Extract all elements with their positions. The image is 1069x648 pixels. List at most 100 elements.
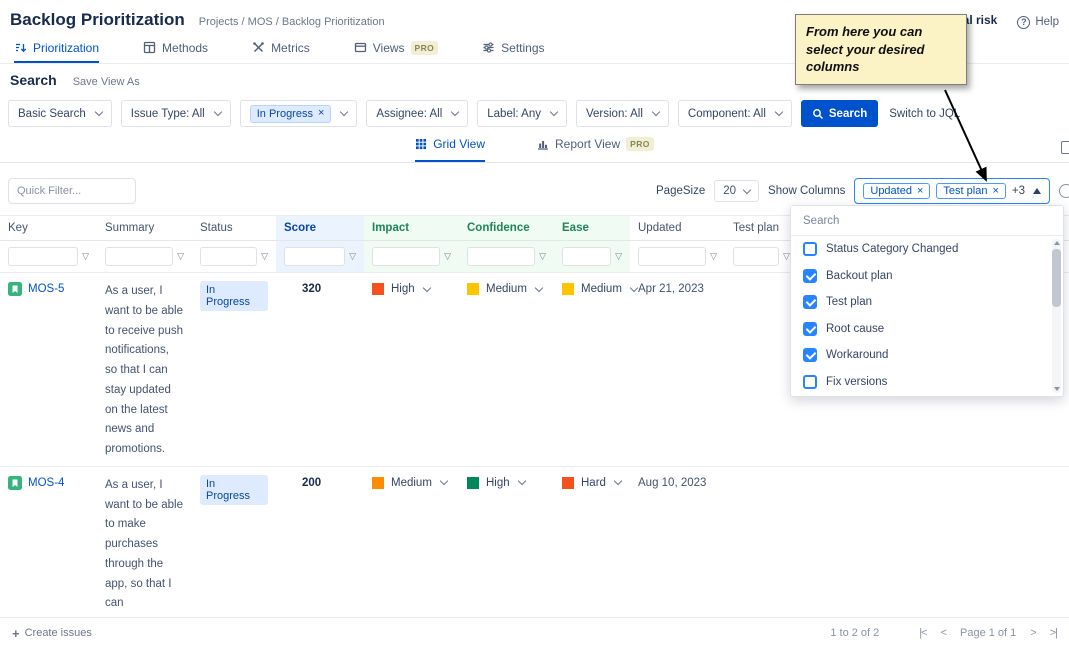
- pagination-prev-icon[interactable]: <: [941, 627, 946, 639]
- column-option-root-cause[interactable]: Root cause: [791, 316, 1063, 343]
- filter-cell-ease: ▽: [554, 241, 630, 272]
- funnel-icon[interactable]: ▽: [539, 251, 546, 262]
- column-option-test-plan[interactable]: Test plan: [791, 289, 1063, 316]
- status-filter-select[interactable]: In Progress ×: [240, 100, 358, 127]
- help-button[interactable]: ? Help: [1017, 16, 1059, 29]
- create-issues-button[interactable]: + Create issues: [12, 626, 92, 641]
- funnel-icon[interactable]: ▽: [783, 251, 790, 262]
- page-size-select[interactable]: 20: [714, 180, 759, 202]
- score-filter-input[interactable]: [284, 247, 345, 266]
- confidence-value: High: [486, 477, 510, 489]
- impact-filter-input[interactable]: [372, 247, 440, 266]
- pagination-next-icon[interactable]: >: [1030, 627, 1035, 639]
- tab-settings[interactable]: Settings: [482, 40, 544, 63]
- checkbox[interactable]: [803, 348, 817, 362]
- funnel-icon[interactable]: ▽: [261, 251, 268, 262]
- prioritize-icon: [14, 41, 27, 54]
- checkbox[interactable]: [803, 375, 817, 389]
- tab-views[interactable]: Views PRO: [354, 40, 438, 63]
- basic-search-select[interactable]: Basic Search: [8, 100, 112, 127]
- label-select[interactable]: Label: Any: [477, 100, 567, 127]
- confidence-filter-input[interactable]: [467, 247, 535, 266]
- tab-metrics[interactable]: Metrics: [252, 40, 310, 63]
- funnel-icon[interactable]: ▽: [710, 251, 717, 262]
- updated-filter-input[interactable]: [638, 247, 706, 266]
- funnel-icon[interactable]: ▽: [82, 251, 89, 262]
- panel-scrollbar[interactable]: [1052, 239, 1061, 393]
- funnel-icon[interactable]: ▽: [444, 251, 451, 262]
- scroll-up-icon[interactable]: [1054, 241, 1060, 245]
- status-badge[interactable]: In Progress: [200, 281, 268, 311]
- column-option-fix-versions[interactable]: Fix versions: [791, 369, 1063, 396]
- scroll-down-icon[interactable]: [1054, 387, 1060, 391]
- issue-type-select[interactable]: Issue Type: All: [121, 100, 231, 127]
- switch-to-jql-link[interactable]: Switch to JQL: [889, 108, 960, 120]
- impact-color-swatch: [372, 283, 384, 295]
- component-select[interactable]: Component: All: [678, 100, 792, 127]
- column-header-confidence[interactable]: Confidence: [459, 216, 554, 240]
- breadcrumb[interactable]: Projects / MOS / Backlog Prioritization: [199, 16, 385, 28]
- pagination-first-icon[interactable]: |<: [919, 627, 926, 639]
- status-badge[interactable]: In Progress: [200, 475, 268, 505]
- impact-select[interactable]: Medium: [364, 467, 459, 495]
- status-filter-chip[interactable]: In Progress ×: [250, 105, 332, 123]
- column-option-status-category-changed[interactable]: Status Category Changed: [791, 236, 1063, 263]
- save-view-as-link[interactable]: Save View As: [73, 76, 140, 88]
- summary-filter-input[interactable]: [105, 247, 173, 266]
- tab-grid-view[interactable]: Grid View: [415, 135, 485, 162]
- quick-filter-input[interactable]: [8, 178, 136, 204]
- tab-report-view[interactable]: Report View PRO: [537, 135, 654, 162]
- chevron-down-icon: [517, 477, 525, 485]
- column-chip-updated[interactable]: Updated ×: [863, 183, 930, 199]
- issue-type-label: Issue Type: All: [131, 108, 205, 120]
- tab-prioritization[interactable]: Prioritization: [14, 40, 99, 63]
- pagination-last-icon[interactable]: >|: [1050, 627, 1057, 639]
- columns-search-input[interactable]: [791, 206, 1063, 236]
- checkbox[interactable]: [803, 322, 817, 336]
- chevron-down-icon: [340, 108, 348, 116]
- issue-key-link[interactable]: MOS-5: [28, 283, 64, 295]
- search-button[interactable]: Search: [801, 100, 878, 127]
- funnel-icon[interactable]: ▽: [615, 251, 622, 262]
- close-icon[interactable]: ×: [917, 186, 923, 197]
- column-header-impact[interactable]: Impact: [364, 216, 459, 240]
- status-filter-input[interactable]: [200, 247, 257, 266]
- key-filter-input[interactable]: [8, 247, 78, 266]
- impact-select[interactable]: High: [364, 273, 459, 301]
- more-icon[interactable]: [1059, 184, 1069, 198]
- column-option-backout-plan[interactable]: Backout plan: [791, 263, 1063, 290]
- chevron-up-icon[interactable]: [1033, 188, 1041, 194]
- chevron-down-icon: [213, 108, 221, 116]
- checkbox[interactable]: [803, 242, 817, 256]
- column-chip-testplan[interactable]: Test plan ×: [936, 183, 1005, 199]
- scrollbar-thumb[interactable]: [1052, 249, 1061, 307]
- column-header-updated[interactable]: Updated: [630, 216, 725, 240]
- column-option-workaround[interactable]: Workaround: [791, 342, 1063, 369]
- column-header-status[interactable]: Status: [192, 216, 276, 240]
- issue-key-link[interactable]: MOS-4: [28, 477, 64, 489]
- tab-methods[interactable]: Methods: [143, 40, 208, 63]
- checkbox[interactable]: [803, 269, 817, 283]
- pro-badge: PRO: [411, 41, 439, 55]
- assignee-select[interactable]: Assignee: All: [366, 100, 468, 127]
- checkbox[interactable]: [803, 295, 817, 309]
- ease-select[interactable]: Hard: [554, 467, 630, 495]
- close-icon[interactable]: ×: [992, 186, 998, 197]
- column-header-summary[interactable]: Summary: [97, 216, 192, 240]
- funnel-icon[interactable]: ▽: [177, 251, 184, 262]
- ease-select[interactable]: Medium: [554, 273, 630, 301]
- show-columns-select[interactable]: Updated × Test plan × +3: [854, 178, 1050, 204]
- expand-icon[interactable]: [1061, 141, 1069, 154]
- column-header-key[interactable]: Key: [0, 216, 97, 240]
- close-icon[interactable]: ×: [318, 108, 324, 119]
- funnel-icon[interactable]: ▽: [349, 251, 356, 262]
- confidence-select[interactable]: Medium: [459, 273, 554, 301]
- testplan-filter-input[interactable]: [733, 247, 779, 266]
- ease-filter-input[interactable]: [562, 247, 611, 266]
- chevron-down-icon: [775, 108, 783, 116]
- search-filter-row: Basic Search Issue Type: All In Progress…: [0, 92, 1069, 127]
- version-select[interactable]: Version: All: [576, 100, 669, 127]
- confidence-select[interactable]: High: [459, 467, 554, 495]
- column-header-ease[interactable]: Ease: [554, 216, 630, 240]
- column-header-score[interactable]: Score: [276, 216, 364, 240]
